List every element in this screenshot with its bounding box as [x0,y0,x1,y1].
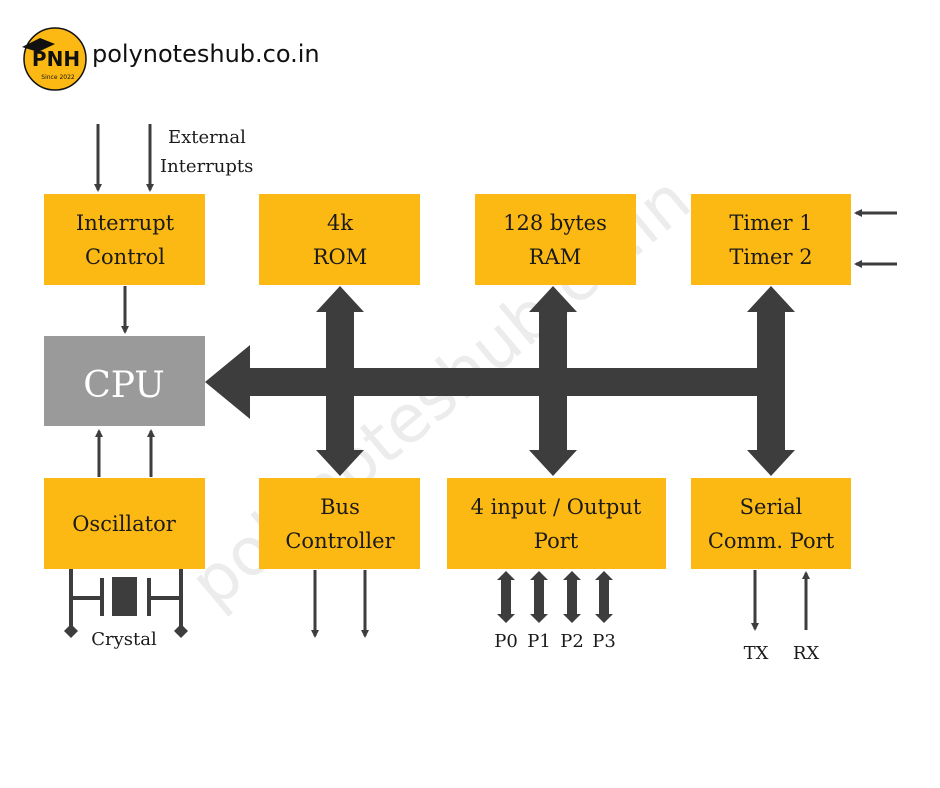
connector-line [64,624,78,638]
connector-line [563,571,581,623]
blocks-interrupt-0-text: Interrupt [76,211,175,235]
crystal-label: Crystal [91,629,157,650]
interrupt-control-block [44,194,205,285]
blocks-ram-1-text: RAM [529,245,581,269]
blocks-io_port-0-text: 4 input / Output [471,495,642,519]
blocks-rom-1-text: ROM [313,245,368,269]
rom-block [259,194,420,285]
tx-label: TX [744,643,769,664]
io-port-block [447,478,666,569]
blocks-oscillator-text: Oscillator [72,512,177,536]
header-logo_text-text: PNH [32,47,80,71]
serial-port-block [691,478,851,569]
site-name: polynoteshub.co.in [92,40,320,68]
blocks-serial-1-text: Comm. Port [708,529,835,553]
blocks-bus_controller-1-text: Controller [285,529,395,553]
blocks-cpu-text: CPU [83,365,164,406]
port-label-p3: P3 [592,631,616,652]
logo: PNH Since 2022 [22,27,87,91]
blocks-ram-0-text: 128 bytes [503,211,607,235]
blocks-serial-0-text: Serial [740,495,803,519]
diagram-canvas: polynoteshub.co.in PNH Since 2022 polyno… [22,27,897,664]
timer-block [691,194,851,285]
blocks-timer-0-text: Timer 1 [729,211,812,235]
blocks-timer-1-text: Timer 2 [729,245,812,269]
port-arrows [497,571,613,623]
blocks-io_port-1-text: Port [534,529,579,553]
blocks-interrupt-1-text: Control [85,245,165,269]
bus-controller-block [259,478,420,569]
connector-line [174,624,188,638]
connector-line [497,571,515,623]
blocks-rom-0-text: 4k [327,211,353,235]
external-interrupts-label: External [168,127,246,148]
diagram-8051-block: polynoteshub.co.in PNH Since 2022 polyno… [0,0,940,788]
rx-label: RX [793,643,820,664]
ram-block [475,194,636,285]
blocks-bus_controller-0-text: Bus [320,495,360,519]
connector-line [595,571,613,623]
connector-line [530,571,548,623]
labels-external_interrupts-1-text: Interrupts [160,156,253,177]
port-label-p2: P2 [560,631,584,652]
crystal-symbol [64,569,188,638]
port-label-p1: P1 [527,631,551,652]
header-logo_since-text: Since 2022 [41,74,75,81]
port-label-p0: P0 [494,631,518,652]
